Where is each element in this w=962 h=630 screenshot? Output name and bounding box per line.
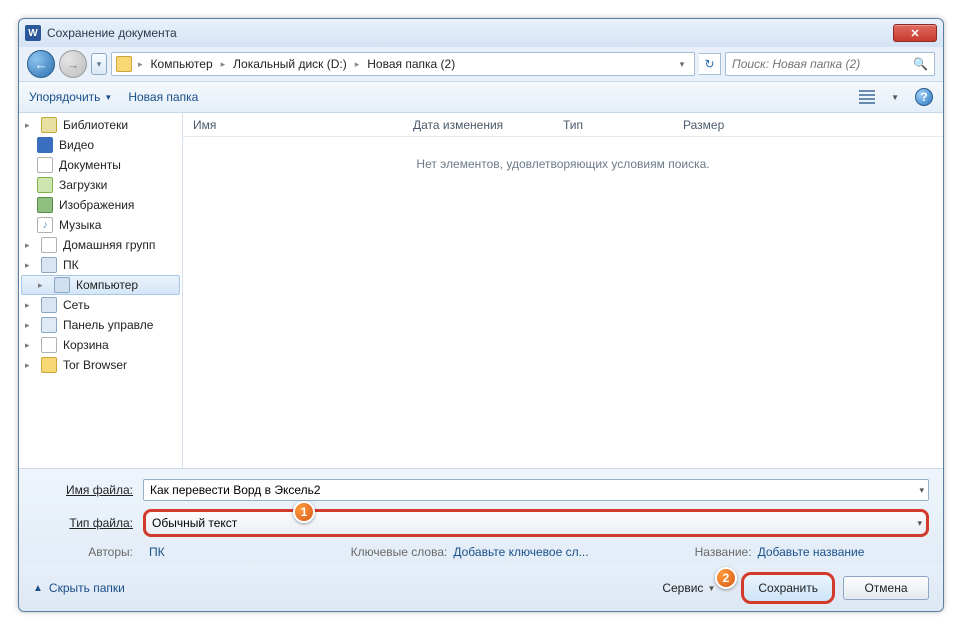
computer-icon (54, 277, 70, 293)
sidebar-item-computer[interactable]: Компьютер (21, 275, 180, 295)
folder-icon (41, 357, 57, 373)
sidebar-item-pc[interactable]: ПК (19, 255, 182, 275)
chevron-icon: ▸ (353, 59, 362, 70)
annotation-badge-1: 1 (293, 501, 315, 523)
document-icon (37, 157, 53, 173)
pc-icon (41, 257, 57, 273)
library-icon (41, 117, 57, 133)
hide-folders-button[interactable]: ▲ Скрыть папки (33, 581, 125, 595)
column-type[interactable]: Тип (553, 118, 673, 132)
sidebar-item-homegroup[interactable]: Домашняя групп (19, 235, 182, 255)
new-folder-button[interactable]: Новая папка (128, 90, 198, 104)
nav-row: ← → ▾ ▸ Компьютер ▸ Локальный диск (D:) … (19, 47, 943, 81)
title-label: Название: (695, 545, 752, 559)
filetype-label: Тип файла: (33, 516, 143, 530)
sidebar-item-downloads[interactable]: Загрузки (19, 175, 182, 195)
save-button[interactable]: Сохранить (741, 572, 835, 604)
chevron-down-icon: ▼ (104, 93, 112, 102)
breadcrumb-folder[interactable]: Новая папка (2) (361, 57, 461, 71)
chevron-icon: ▸ (219, 59, 228, 70)
search-input[interactable] (732, 57, 913, 71)
help-icon[interactable]: ? (915, 88, 933, 106)
breadcrumb-disk[interactable]: Локальный диск (D:) (227, 57, 353, 71)
sidebar-item-tor[interactable]: Tor Browser (19, 355, 182, 375)
sidebar-item-music[interactable]: ♪Музыка (19, 215, 182, 235)
music-icon: ♪ (37, 217, 53, 233)
filename-label: Имя файла: (33, 483, 143, 497)
column-headers: Имя Дата изменения Тип Размер (183, 113, 943, 137)
image-icon (37, 197, 53, 213)
recycle-icon (41, 337, 57, 353)
close-button[interactable]: ✕ (893, 24, 937, 42)
metadata-row: Авторы: ПК Ключевые слова: Добавьте ключ… (33, 545, 929, 559)
filetype-dropdown[interactable]: Обычный текст ▾ (143, 509, 929, 537)
save-dialog: W Сохранение документа ✕ ← → ▾ ▸ Компьют… (18, 18, 944, 612)
cancel-button[interactable]: Отмена (843, 576, 929, 600)
filename-input[interactable]: Как перевести Ворд в Эксель2 ▾ (143, 479, 929, 501)
network-icon (41, 297, 57, 313)
back-button[interactable]: ← (27, 50, 55, 78)
column-size[interactable]: Размер (673, 118, 773, 132)
chevron-icon: ▸ (136, 59, 145, 70)
chevron-down-icon[interactable]: ▾ (919, 485, 924, 496)
nav-history-dropdown[interactable]: ▾ (91, 53, 107, 75)
view-icon[interactable] (859, 90, 875, 104)
video-icon (37, 137, 53, 153)
refresh-button[interactable]: ↻ (699, 53, 721, 75)
window-title: Сохранение документа (47, 26, 893, 40)
forward-button[interactable]: → (59, 50, 87, 78)
chevron-down-icon: ▼ (707, 584, 715, 593)
organize-button[interactable]: Упорядочить ▼ (29, 90, 112, 104)
folder-icon (116, 56, 132, 72)
sidebar-item-control-panel[interactable]: Панель управле (19, 315, 182, 335)
toolbar: Упорядочить ▼ Новая папка ▼ ? (19, 81, 943, 113)
form-area: Имя файла: Как перевести Ворд в Эксель2 … (19, 469, 943, 565)
titlebar: W Сохранение документа ✕ (19, 19, 943, 47)
keywords-label: Ключевые слова: (351, 545, 448, 559)
sidebar-item-libraries[interactable]: Библиотеки (19, 115, 182, 135)
file-area: Имя Дата изменения Тип Размер Нет элемен… (183, 113, 943, 468)
sidebar: Библиотеки Видео Документы Загрузки Изоб… (19, 113, 183, 468)
annotation-badge-2: 2 (715, 567, 737, 589)
dialog-body: Библиотеки Видео Документы Загрузки Изоб… (19, 113, 943, 469)
sidebar-item-images[interactable]: Изображения (19, 195, 182, 215)
authors-value[interactable]: ПК (149, 545, 165, 559)
search-box[interactable]: 🔍 (725, 52, 935, 76)
keywords-value[interactable]: Добавьте ключевое сл... (453, 545, 588, 559)
view-dropdown[interactable]: ▼ (891, 93, 899, 102)
chevron-down-icon[interactable]: ▾ (917, 518, 922, 529)
breadcrumb-dropdown[interactable]: ▾ (674, 59, 690, 70)
sidebar-item-recycle[interactable]: Корзина (19, 335, 182, 355)
empty-message: Нет элементов, удовлетворяющих условиям … (183, 137, 943, 468)
title-value[interactable]: Добавьте название (758, 545, 865, 559)
sidebar-item-video[interactable]: Видео (19, 135, 182, 155)
authors-label: Авторы: (33, 545, 143, 559)
column-date[interactable]: Дата изменения (403, 118, 553, 132)
service-dropdown[interactable]: Сервис ▼ (662, 581, 715, 595)
control-panel-icon (41, 317, 57, 333)
breadcrumb-computer[interactable]: Компьютер (145, 57, 219, 71)
app-icon: W (25, 25, 41, 41)
footer: ▲ Скрыть папки Сервис ▼ Сохранить Отмена (19, 565, 943, 611)
homegroup-icon (41, 237, 57, 253)
breadcrumb-bar[interactable]: ▸ Компьютер ▸ Локальный диск (D:) ▸ Нова… (111, 52, 695, 76)
sidebar-item-documents[interactable]: Документы (19, 155, 182, 175)
download-icon (37, 177, 53, 193)
column-name[interactable]: Имя (183, 118, 403, 132)
chevron-up-icon: ▲ (33, 583, 43, 594)
sidebar-item-network[interactable]: Сеть (19, 295, 182, 315)
search-icon[interactable]: 🔍 (913, 57, 928, 71)
